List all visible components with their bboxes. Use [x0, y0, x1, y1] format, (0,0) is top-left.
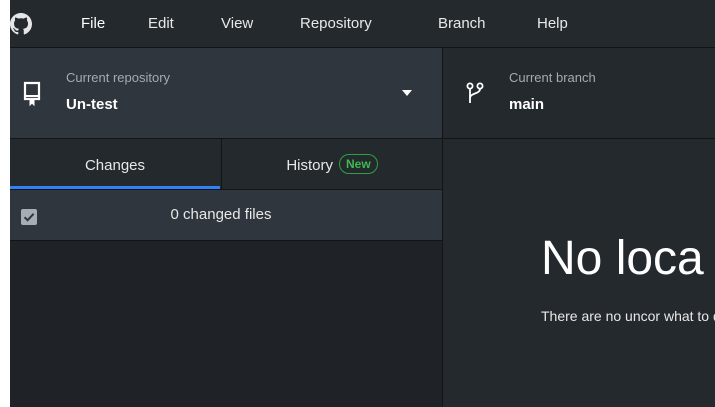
- sidebar: Changes History New 0 changed files: [0, 139, 443, 407]
- git-branch-icon: [466, 82, 484, 103]
- changed-files-count: 0 changed files: [170, 206, 272, 223]
- menu-branch[interactable]: Branch: [438, 0, 486, 47]
- toolbar: Current repository Un-test Current branc…: [0, 48, 715, 139]
- changed-files-list: [0, 241, 442, 407]
- menu-bar: File Edit View Repository Branch Help: [0, 0, 715, 48]
- repo-icon: [23, 81, 41, 107]
- current-repository-name: Un-test: [66, 96, 118, 113]
- new-badge: New: [338, 154, 378, 174]
- github-logo-icon[interactable]: [10, 13, 32, 35]
- menu-view[interactable]: View: [221, 0, 253, 47]
- menu-edit[interactable]: Edit: [148, 0, 174, 47]
- menu-repository[interactable]: Repository: [300, 0, 372, 47]
- tab-changes-label: Changes: [84, 157, 146, 174]
- blankslate-title: No loca: [541, 232, 704, 285]
- blankslate-description: There are no uncor what to do next.: [541, 308, 715, 324]
- current-branch-label: Current branch: [509, 70, 596, 85]
- window-edge: [0, 0, 10, 407]
- chevron-down-icon: [402, 90, 412, 96]
- tab-history[interactable]: History New: [221, 139, 442, 189]
- tab-history-label: History: [286, 157, 333, 174]
- app-window: File Edit View Repository Branch Help Cu…: [0, 0, 715, 407]
- current-repository-label: Current repository: [66, 70, 171, 85]
- changes-list-header: 0 changed files: [0, 190, 442, 241]
- current-repository-button[interactable]: Current repository Un-test: [0, 48, 443, 138]
- tab-changes[interactable]: Changes: [10, 139, 220, 189]
- main-content: No loca There are no uncor what to do ne…: [443, 139, 715, 407]
- current-branch-button[interactable]: Current branch main: [443, 48, 715, 138]
- menu-file[interactable]: File: [66, 0, 120, 47]
- sidebar-tabs: Changes History New: [0, 139, 442, 190]
- current-branch-name: main: [509, 96, 545, 113]
- menu-help[interactable]: Help: [537, 0, 568, 47]
